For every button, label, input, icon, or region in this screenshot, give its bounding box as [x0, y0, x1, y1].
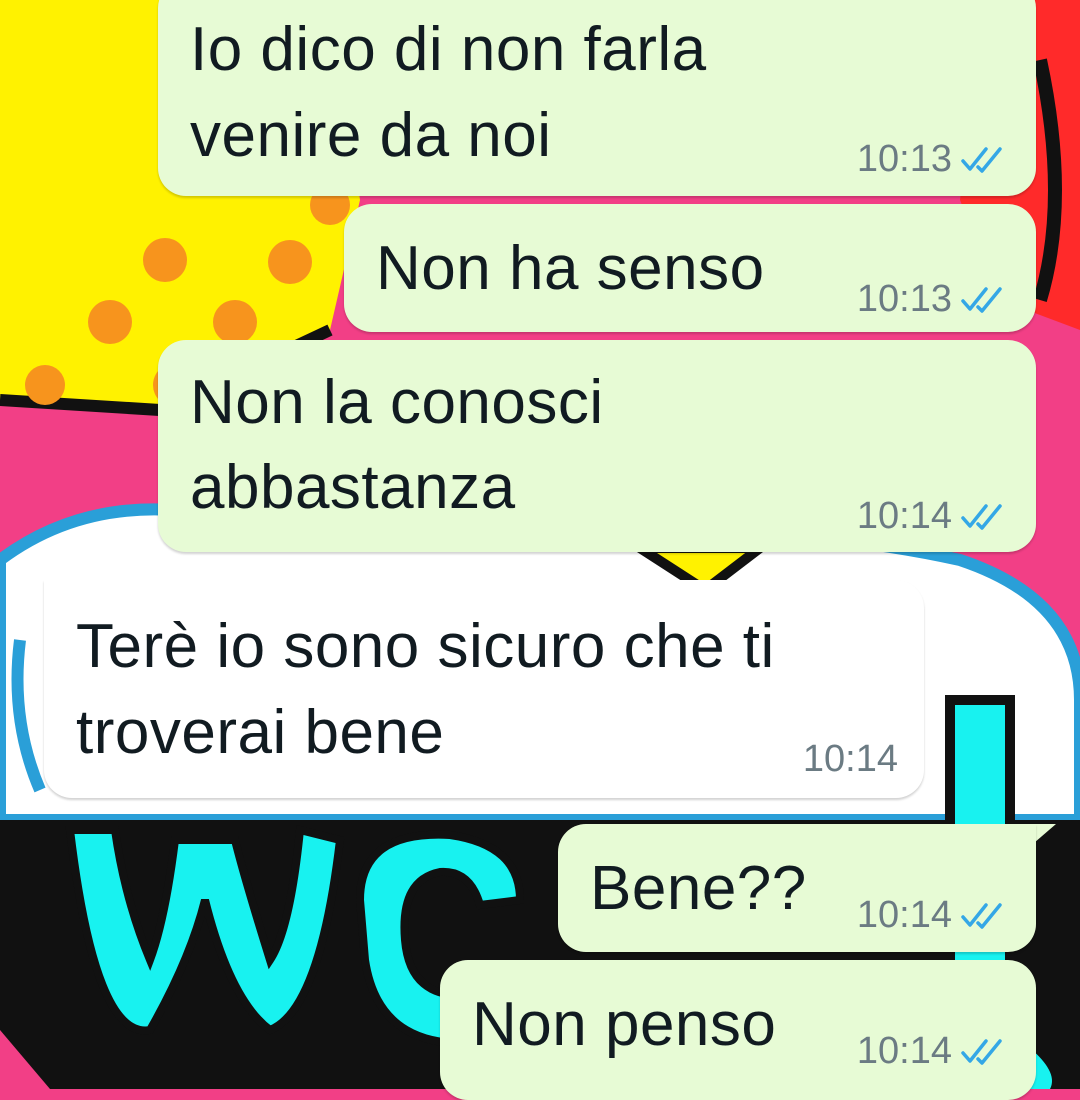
double-check-icon: [961, 286, 1002, 313]
message-meta: 10:14: [857, 1030, 1006, 1073]
message-meta: 10:13: [857, 138, 1006, 181]
message-meta: 10:14: [857, 894, 1006, 937]
message-text-line: Terè io sono sicuro che ti: [76, 612, 775, 681]
message-time: 10:14: [856, 495, 952, 537]
double-check-icon: [961, 503, 1002, 530]
message-time: 10:14: [856, 894, 952, 936]
message-text-line: Non ha senso: [376, 234, 765, 303]
message-time: 10:13: [856, 278, 952, 320]
message-meta: 10:13: [857, 278, 1006, 321]
message-time: 10:13: [856, 138, 952, 180]
message-time: 10:14: [802, 738, 898, 780]
message-outgoing-1[interactable]: Io dico di non farla venire da noi 10:13: [158, 0, 1036, 196]
message-outgoing-2[interactable]: Non ha senso 10:13: [344, 204, 1036, 332]
double-check-icon: [961, 146, 1002, 173]
double-check-icon: [961, 1038, 1002, 1065]
message-text-line: Io dico di non farla: [190, 15, 707, 84]
message-outgoing-6[interactable]: Non penso 10:14: [440, 960, 1036, 1100]
message-text-line: venire da noi: [190, 101, 552, 170]
message-text-line: Non la conosci: [190, 368, 604, 437]
message-time: 10:14: [856, 1030, 952, 1072]
message-outgoing-3[interactable]: Non la conosci abbastanza 10:14: [158, 340, 1036, 552]
message-text-line: Non penso: [472, 990, 777, 1059]
message-meta: 10:14: [803, 738, 898, 781]
double-check-icon: [961, 902, 1002, 929]
message-meta: 10:14: [857, 495, 1006, 538]
message-text-line: troverai bene: [76, 698, 445, 767]
message-text-line: abbastanza: [190, 453, 516, 522]
message-text-line: Bene??: [590, 854, 807, 923]
message-outgoing-5[interactable]: Bene?? 10:14: [558, 824, 1036, 952]
message-incoming-1[interactable]: Terè io sono sicuro che ti troverai bene…: [44, 580, 924, 798]
